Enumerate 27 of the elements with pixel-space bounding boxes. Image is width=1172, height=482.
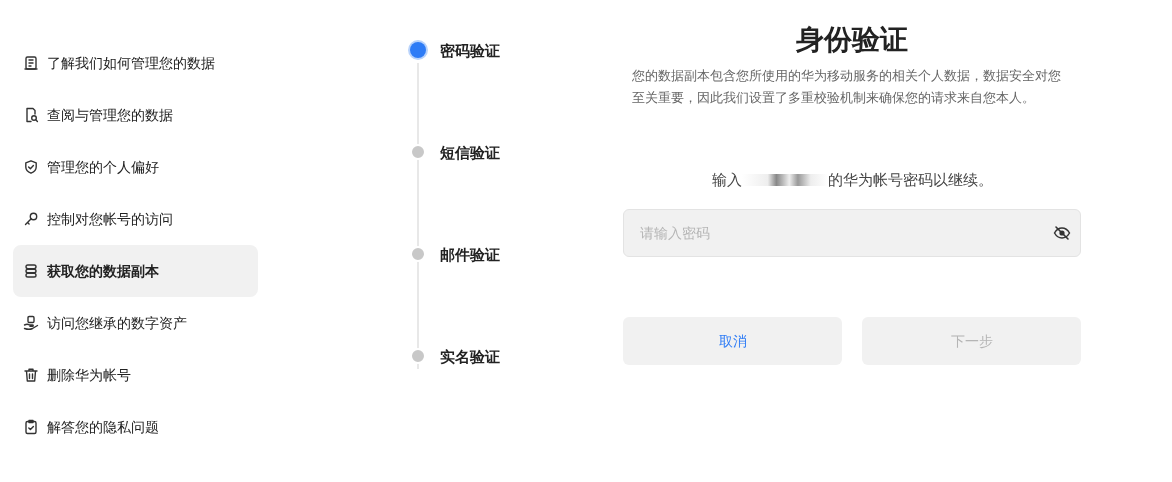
step-label: 密码验证 (440, 41, 500, 62)
prompt-text: 输入 (711, 169, 742, 191)
sidebar-item[interactable]: 获取您的数据副本 (13, 245, 258, 297)
sidebar-item[interactable]: 了解我们如何管理您的数据 (13, 37, 258, 89)
trash-icon (23, 367, 39, 383)
file-search-icon (23, 107, 39, 123)
hidden-eye-icon[interactable] (1053, 224, 1071, 243)
cancel-button[interactable]: 取消 (623, 317, 842, 366)
clipboard-check-icon (23, 419, 39, 435)
hand-box-icon (23, 315, 39, 331)
shield-icon (23, 159, 39, 175)
document-icon (23, 55, 39, 71)
sidebar-item[interactable]: 控制对您帐号的访问 (13, 193, 258, 245)
description-text: 您的数据副本包含您所使用的华为移动服务的相关个人数据，数据安全对您至关重要，因此我们设置了多重校验机制来确保您的请求来自您本人。 (632, 66, 1062, 107)
key-icon (23, 211, 39, 227)
stack-icon (23, 263, 39, 279)
sidebar-item[interactable]: 查阅与管理您的数据 (13, 89, 258, 141)
sidebar-item[interactable]: 删除华为帐号 (13, 349, 258, 401)
password-field[interactable]: 请输入密码 (623, 209, 1081, 258)
sidebar-item[interactable]: 管理您的个人偏好 (13, 141, 258, 193)
step-label: 实名验证 (440, 347, 500, 368)
sidebar-item[interactable]: 访问您继承的数字资产 (13, 297, 258, 349)
step-label: 短信验证 (440, 143, 500, 164)
step-label: 邮件验证 (440, 245, 500, 266)
page-title: 身份验证 (796, 23, 908, 57)
sidebar-item[interactable]: 解答您的隐私问题 (13, 401, 258, 453)
prompt-text: 的华为帐号密码以继续。 (827, 169, 993, 191)
